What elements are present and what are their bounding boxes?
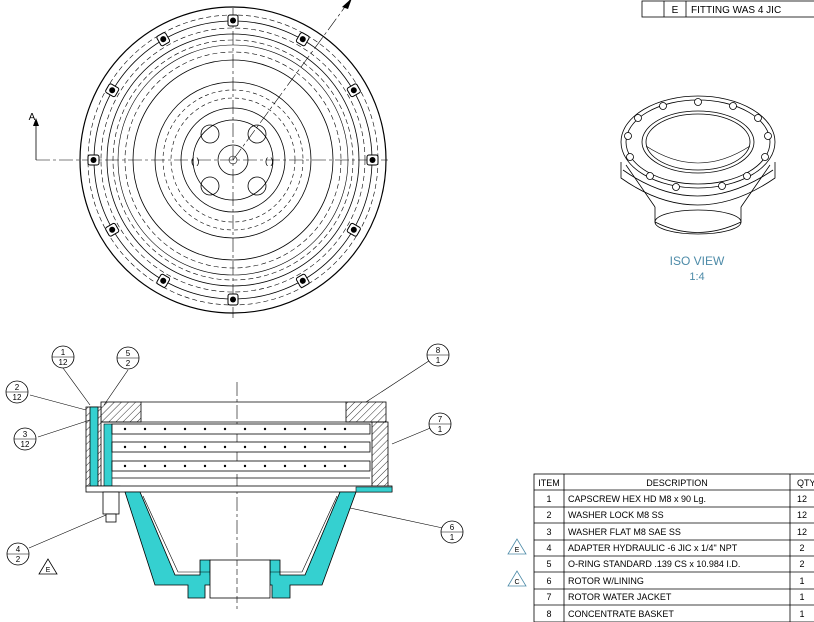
bolt-head xyxy=(346,83,361,98)
bolt-head xyxy=(626,153,634,161)
bolt-head xyxy=(729,102,737,110)
svg-text:8: 8 xyxy=(546,609,551,619)
svg-text:ADAPTER HYDRAULIC -6 JIC x 1/4: ADAPTER HYDRAULIC -6 JIC x 1/4" NPT xyxy=(568,543,738,553)
svg-text:C: C xyxy=(514,579,519,586)
bolt-head xyxy=(156,273,171,288)
revision-flag-triangle: E xyxy=(38,558,58,575)
item-balloons: 1 12 5 2 2 12 3 12 8 1 7 1 6 1 4 2 E xyxy=(5,343,464,575)
svg-text:8: 8 xyxy=(436,346,441,355)
revision-flag-triangle: E xyxy=(507,538,527,555)
svg-text:CAPSCREW HEX HD M8 x 90 Lg.: CAPSCREW HEX HD M8 x 90 Lg. xyxy=(568,494,706,504)
svg-text:4: 4 xyxy=(546,543,551,553)
svg-text:CONCENTRATE BASKET: CONCENTRATE BASKET xyxy=(568,609,674,619)
bolt-head xyxy=(659,102,667,110)
svg-text:2: 2 xyxy=(15,383,20,392)
bolt-head xyxy=(754,114,762,122)
svg-text:12: 12 xyxy=(21,440,30,449)
svg-text:7: 7 xyxy=(546,592,551,602)
bom-header-description: DESCRIPTION xyxy=(646,478,708,488)
item-balloon: 2 12 xyxy=(5,380,29,404)
item-balloon: 5 2 xyxy=(116,346,140,370)
svg-text:2: 2 xyxy=(799,543,804,553)
svg-text:6: 6 xyxy=(450,523,455,532)
svg-text:2: 2 xyxy=(546,510,551,520)
iso-view xyxy=(620,95,776,235)
svg-text:ROTOR W/LINING: ROTOR W/LINING xyxy=(568,576,644,586)
svg-text:WASHER LOCK M8 SS: WASHER LOCK M8 SS xyxy=(568,510,664,520)
svg-text:ROTOR WATER JACKET: ROTOR WATER JACKET xyxy=(568,592,672,602)
svg-text:1: 1 xyxy=(438,425,443,434)
svg-text:12: 12 xyxy=(797,494,807,504)
revision-note-text: FITTING WAS 4 JIC xyxy=(691,5,781,16)
svg-text:12: 12 xyxy=(13,393,22,402)
svg-text:E: E xyxy=(46,567,51,574)
svg-text:6: 6 xyxy=(546,576,551,586)
bolt-head xyxy=(718,182,726,190)
svg-text:12: 12 xyxy=(59,358,68,367)
svg-text:1: 1 xyxy=(61,348,66,357)
revision-flag-triangle: C xyxy=(507,570,527,587)
bill-of-materials: ITEM DESCRIPTION QTY 1 CAPSCREW HEX HD M… xyxy=(507,473,814,622)
svg-text:1: 1 xyxy=(799,576,804,586)
revision-note-table: E FITTING WAS 4 JIC xyxy=(641,0,814,18)
svg-text:E: E xyxy=(515,547,520,554)
svg-text:7: 7 xyxy=(438,415,443,424)
bolt-head xyxy=(295,273,310,288)
svg-text:( ): ( ) xyxy=(191,156,200,166)
svg-text:O-RING STANDARD .139 CS x 10.9: O-RING STANDARD .139 CS x 10.984 I.D. xyxy=(568,559,740,569)
item-balloon: 8 1 xyxy=(426,343,450,367)
bolt-head xyxy=(646,172,654,180)
bolt-head xyxy=(156,32,171,47)
svg-text:1: 1 xyxy=(799,609,804,619)
bolt-head xyxy=(634,114,642,122)
iso-view-scale: 1:4 xyxy=(689,271,704,283)
section-view xyxy=(85,382,393,612)
svg-text:1: 1 xyxy=(436,356,441,365)
bolt-head xyxy=(295,32,310,47)
svg-text:3: 3 xyxy=(23,430,28,439)
bolt-head xyxy=(672,183,680,191)
svg-text:1: 1 xyxy=(799,592,804,602)
svg-text:3: 3 xyxy=(546,527,551,537)
bolt-head xyxy=(227,14,239,27)
svg-text:WASHER FLAT M8 SAE SS: WASHER FLAT M8 SAE SS xyxy=(568,527,681,537)
bolt-head xyxy=(227,293,239,306)
revision-letter: E xyxy=(672,5,679,16)
bolt-head xyxy=(743,172,751,180)
svg-text:1: 1 xyxy=(546,494,551,504)
svg-text:( ): ( ) xyxy=(265,156,274,166)
bolt-head xyxy=(764,132,772,140)
svg-text:1: 1 xyxy=(450,533,455,542)
top-view: ( ) ( ) xyxy=(33,0,388,318)
svg-text:2: 2 xyxy=(16,555,21,564)
engineering-drawing: E FITTING WAS 4 JIC ( ) ( ) A ISO VIEW 1… xyxy=(5,0,814,622)
bolt-head xyxy=(366,154,379,166)
svg-text:12: 12 xyxy=(797,527,807,537)
section-marker-label: A xyxy=(29,112,36,123)
bolt-head xyxy=(761,153,769,161)
svg-text:5: 5 xyxy=(126,349,131,358)
svg-text:2: 2 xyxy=(799,559,804,569)
bolt-head xyxy=(694,98,702,106)
bom-header-item: ITEM xyxy=(538,478,560,488)
item-balloon: 3 12 xyxy=(13,427,37,451)
svg-text:2: 2 xyxy=(126,359,131,368)
item-balloon: 1 12 xyxy=(51,345,75,369)
item-balloon: 7 1 xyxy=(428,412,452,436)
bolt-head xyxy=(624,132,632,140)
iso-view-title: ISO VIEW xyxy=(670,254,725,268)
bolt-head xyxy=(105,222,120,237)
svg-text:12: 12 xyxy=(797,510,807,520)
svg-text:4: 4 xyxy=(16,545,21,554)
bolt-head xyxy=(105,83,120,98)
bolt-head xyxy=(87,154,100,166)
svg-text:5: 5 xyxy=(546,559,551,569)
bom-header-qty: QTY xyxy=(797,478,814,488)
bolt-head xyxy=(346,222,361,237)
item-balloon: 4 2 xyxy=(6,542,30,566)
item-balloon: 6 1 xyxy=(440,520,464,544)
